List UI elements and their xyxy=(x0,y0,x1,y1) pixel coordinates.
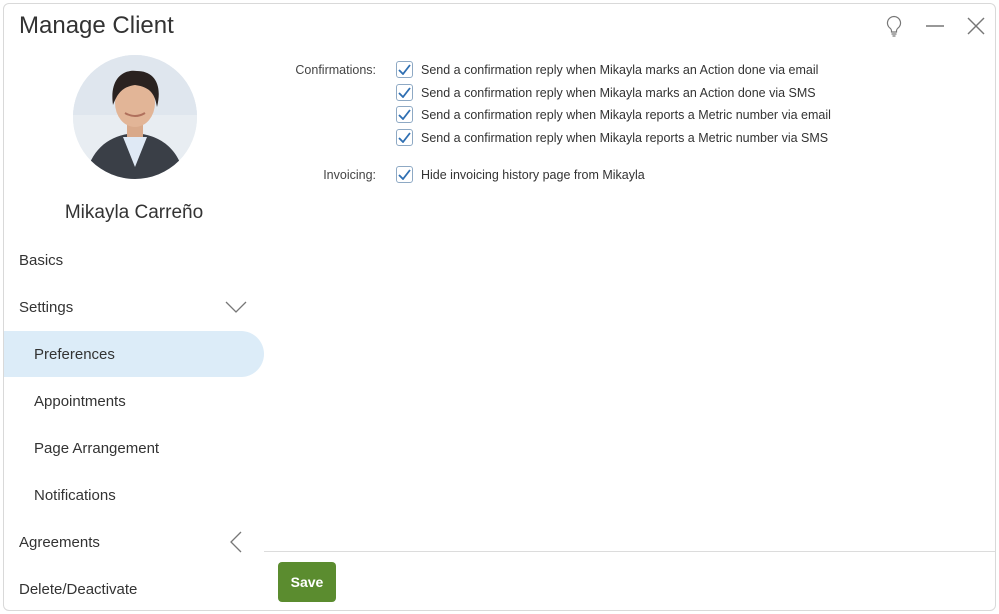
checkbox-checked[interactable] xyxy=(396,129,413,146)
sidebar-item-label: Settings xyxy=(19,298,74,316)
sidebar-item-label: Agreements xyxy=(19,533,100,551)
client-avatar xyxy=(73,55,197,179)
sidebar-item-label: Page Arrangement xyxy=(34,439,160,457)
checkbox-checked[interactable] xyxy=(396,61,413,78)
sidebar-item-label: Basics xyxy=(19,251,64,269)
sidebar-item-appointments[interactable]: Appointments xyxy=(4,378,264,424)
sidebar-item-page-arrangement[interactable]: Page Arrangement xyxy=(4,425,264,471)
sidebar-item-agreements[interactable]: Agreements xyxy=(4,519,264,565)
confirmation-option-label: Send a confirmation reply when Mikayla r… xyxy=(421,107,831,122)
confirmation-option[interactable]: Send a confirmation reply when Mikayla r… xyxy=(396,129,828,146)
invoicing-label: Invoicing: xyxy=(323,168,376,182)
checkbox-checked[interactable] xyxy=(396,106,413,123)
invoicing-option[interactable]: Hide invoicing history page from Mikayla xyxy=(396,166,645,183)
close-icon[interactable] xyxy=(964,14,988,38)
sidebar-item-label: Appointments xyxy=(34,392,126,410)
chevron-down-icon xyxy=(224,296,248,318)
lightbulb-icon[interactable] xyxy=(882,14,906,38)
confirmation-option[interactable]: Send a confirmation reply when Mikayla r… xyxy=(396,106,831,123)
invoicing-option-label: Hide invoicing history page from Mikayla xyxy=(421,167,645,182)
sidebar-item-label: Preferences xyxy=(34,345,115,363)
confirmation-option[interactable]: Send a confirmation reply when Mikayla m… xyxy=(396,61,818,78)
chevron-left-icon xyxy=(224,531,248,553)
sidebar-item-delete-deactivate[interactable]: Delete/Deactivate xyxy=(4,566,264,610)
sidebar-item-notifications[interactable]: Notifications xyxy=(4,472,264,518)
checkbox-checked[interactable] xyxy=(396,166,413,183)
sidebar-item-preferences[interactable]: Preferences xyxy=(4,331,264,377)
sidebar-item-basics[interactable]: Basics xyxy=(4,237,264,283)
confirmation-option-label: Send a confirmation reply when Mikayla r… xyxy=(421,130,829,145)
confirmation-option-label: Send a confirmation reply when Mikayla m… xyxy=(421,85,816,100)
confirmations-label: Confirmations: xyxy=(295,63,376,77)
sidebar-item-label: Delete/Deactivate xyxy=(19,580,138,598)
window-title: Manage Client xyxy=(19,12,174,39)
sidebar-item-settings[interactable]: Settings xyxy=(4,284,264,330)
sidebar-item-label: Notifications xyxy=(34,486,116,504)
save-button[interactable]: Save xyxy=(278,562,336,602)
confirmation-option-label: Send a confirmation reply when Mikayla m… xyxy=(421,62,819,77)
confirmation-option[interactable]: Send a confirmation reply when Mikayla m… xyxy=(396,84,816,101)
minimize-icon[interactable] xyxy=(923,14,947,38)
client-name: Mikayla Carreño xyxy=(64,202,204,223)
footer-divider xyxy=(264,551,995,552)
manage-client-window: Manage Client Mikayla Carreño Basics Set… xyxy=(3,3,996,611)
checkbox-checked[interactable] xyxy=(396,84,413,101)
